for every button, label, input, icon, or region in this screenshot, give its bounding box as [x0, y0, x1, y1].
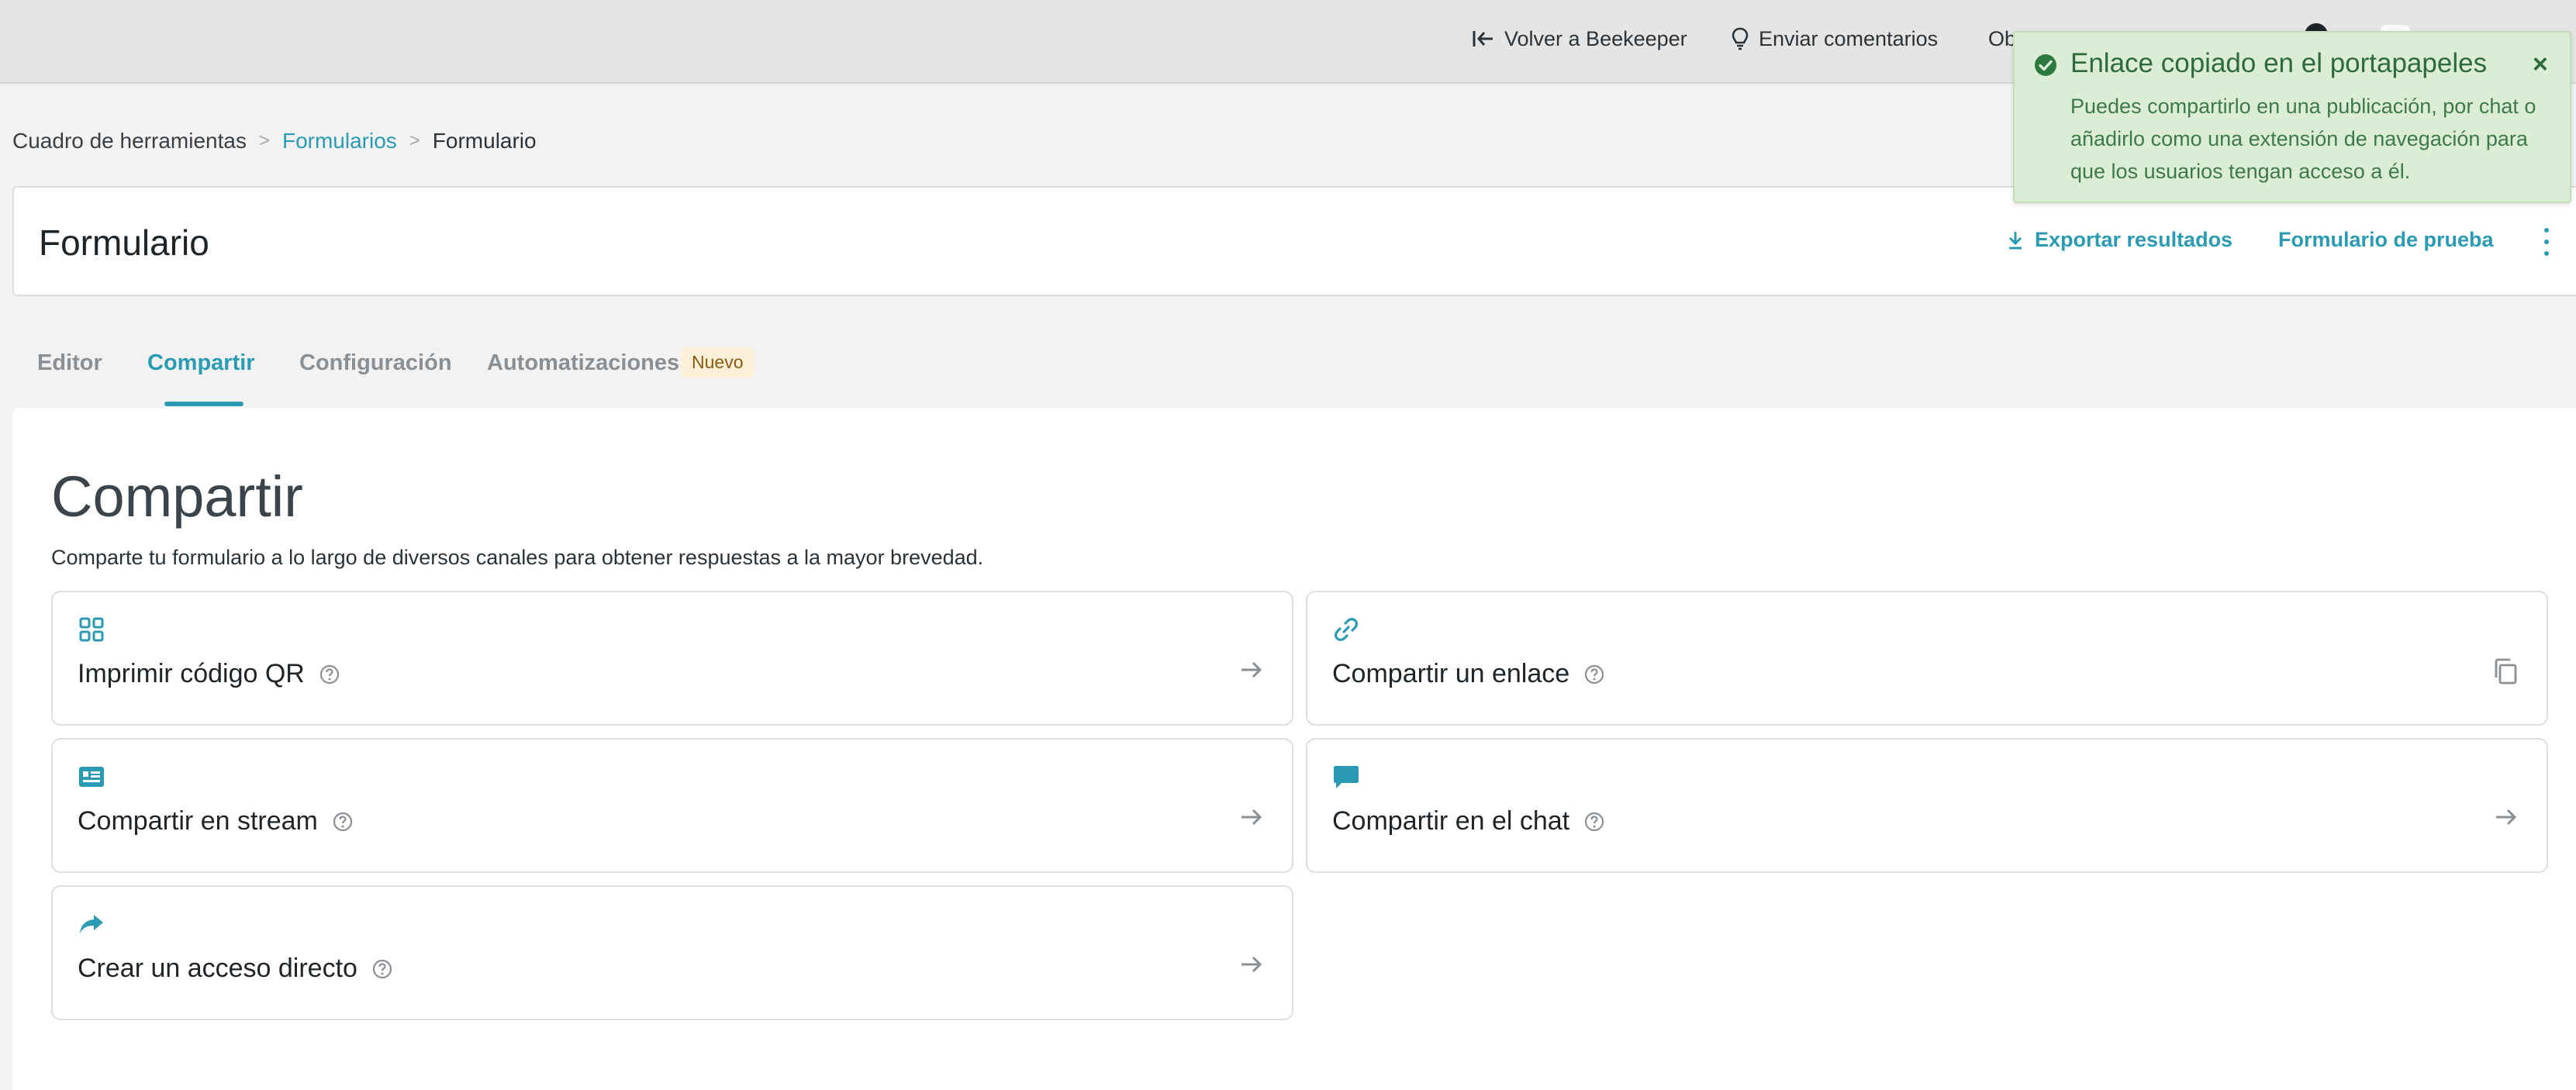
arrow-right-icon — [1241, 956, 1262, 973]
share-card-title: Compartir en stream — [78, 806, 318, 836]
breadcrumb-forms-link[interactable]: Formularios — [282, 129, 397, 153]
share-card-title: Compartir un enlace — [1332, 659, 1570, 688]
more-options-icon[interactable] — [2537, 228, 2556, 256]
share-arrow-icon — [80, 915, 103, 933]
stream-icon — [79, 767, 104, 787]
back-to-beekeeper-link[interactable]: Volver a Beekeeper — [1472, 23, 1687, 54]
arrow-right-icon — [1241, 661, 1262, 678]
share-card-label: Imprimir código QR — [78, 659, 340, 689]
share-card-label: Crear un acceso directo — [78, 954, 393, 984]
help-icon[interactable] — [1583, 811, 1605, 833]
tab-configuracion[interactable]: Configuración — [299, 350, 452, 376]
share-card-qr[interactable]: Imprimir código QR — [51, 591, 1293, 726]
share-card-title: Compartir en el chat — [1332, 806, 1570, 836]
section-description: Comparte tu formulario a lo largo de div… — [51, 546, 984, 569]
check-circle-icon — [2035, 54, 2056, 76]
share-panel: Compartir Comparte tu formulario a lo la… — [12, 408, 2576, 1090]
test-form-label: Formulario de prueba — [2278, 228, 2494, 251]
help-icon[interactable] — [1583, 664, 1605, 685]
share-card-chat[interactable]: Compartir en el chat — [1306, 738, 2548, 873]
toast-message: Puedes compartirlo en una publicación, p… — [2070, 95, 2536, 183]
breadcrumb-separator: > — [409, 130, 420, 151]
arrow-right-icon — [2496, 809, 2517, 826]
help-icon[interactable] — [371, 958, 393, 980]
breadcrumb-toolbox[interactable]: Cuadro de herramientas — [12, 129, 247, 153]
qr-grid-icon — [79, 617, 104, 642]
active-tab-indicator — [164, 402, 243, 406]
back-to-beekeeper-label: Volver a Beekeeper — [1504, 26, 1687, 50]
success-toast: Enlace copiado en el portapapeles × Pued… — [2013, 31, 2571, 203]
toast-title: Enlace copiado en el portapapeles — [2070, 48, 2488, 78]
share-card-label: Compartir en el chat — [1332, 806, 1605, 836]
new-badge: Nuevo — [681, 347, 754, 378]
breadcrumb: Cuadro de herramientas > Formularios > F… — [12, 129, 537, 153]
link-icon — [1335, 618, 1358, 641]
send-feedback-link[interactable]: Enviar comentarios — [1731, 23, 1938, 54]
breadcrumb-current: Formulario — [432, 129, 537, 153]
share-card-label: Compartir en stream — [78, 806, 354, 836]
help-icon[interactable] — [332, 811, 354, 833]
download-icon — [2008, 231, 2022, 249]
share-card-title: Imprimir código QR — [78, 659, 305, 688]
lightbulb-icon — [1732, 27, 1749, 50]
export-results-label: Exportar resultados — [2035, 228, 2233, 251]
share-card-label: Compartir un enlace — [1332, 659, 1605, 689]
send-feedback-label: Enviar comentarios — [1759, 26, 1939, 50]
arrow-right-icon — [1241, 809, 1262, 826]
chat-bubble-icon — [1334, 766, 1359, 788]
help-icon[interactable] — [319, 664, 340, 685]
share-card-link[interactable]: Compartir un enlace — [1306, 591, 2548, 726]
share-card-title: Crear un acceso directo — [78, 954, 357, 983]
topbar-partial-label: Ob — [1988, 26, 2017, 50]
topbar-partial-link[interactable]: Ob — [1988, 23, 2016, 54]
breadcrumb-separator: > — [258, 130, 270, 151]
close-icon[interactable]: × — [2533, 51, 2548, 78]
tab-editor[interactable]: Editor — [37, 350, 102, 376]
tab-automatizaciones[interactable]: Automatizaciones — [487, 350, 679, 376]
share-card-shortcut[interactable]: Crear un acceso directo — [51, 885, 1293, 1020]
section-title: Compartir — [51, 464, 303, 529]
share-card-stream[interactable]: Compartir en stream — [51, 738, 1293, 873]
export-results-button[interactable]: Exportar resultados — [2007, 228, 2232, 252]
test-form-button[interactable]: Formulario de prueba — [2278, 228, 2494, 252]
copy-icon[interactable] — [2492, 657, 2519, 685]
tab-compartir[interactable]: Compartir — [147, 350, 255, 376]
back-arrow-icon — [1473, 31, 1493, 47]
page-title: Formulario — [39, 222, 209, 263]
